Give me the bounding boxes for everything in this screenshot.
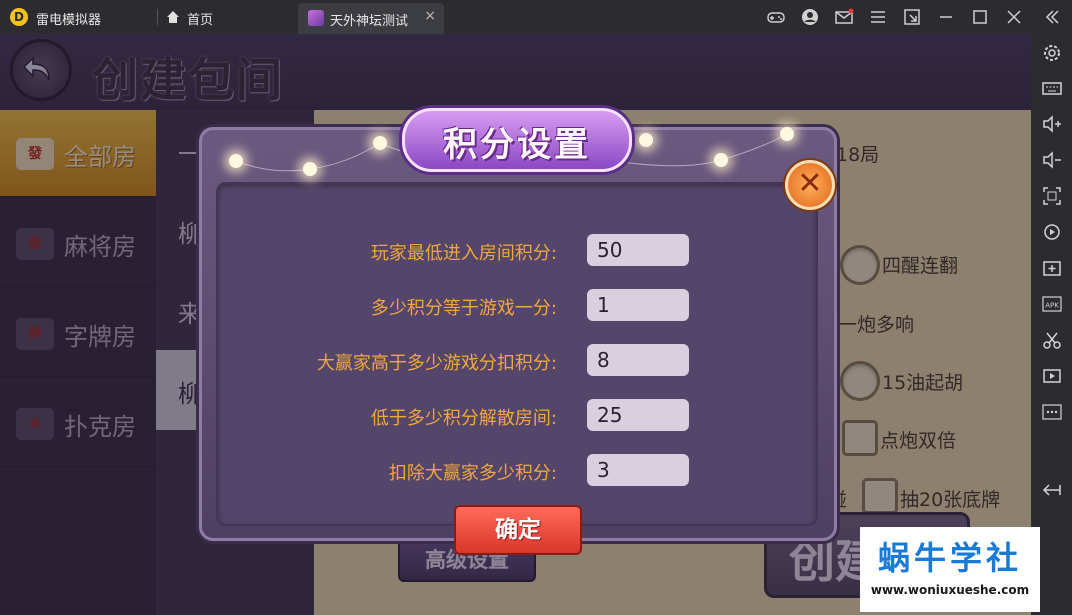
ldplayer-logo-icon: D	[10, 8, 28, 26]
points-per-game-point-input[interactable]: 1	[587, 289, 689, 321]
winner-deduct-threshold-label: 大赢家高于多少游戏分扣积分:	[316, 353, 557, 374]
points-per-game-point-label: 多少积分等于游戏一分:	[370, 298, 557, 319]
shrink-window-icon[interactable]	[902, 7, 922, 27]
dissolve-threshold-input[interactable]: 25	[587, 399, 689, 431]
svg-text:APK: APK	[1045, 302, 1059, 310]
back-arrow-icon[interactable]	[1041, 479, 1063, 501]
watermark: 蜗牛学社 www.woniuxueshe.com	[860, 527, 1040, 612]
light-bulb	[639, 133, 653, 147]
add-window-icon[interactable]	[1041, 257, 1063, 279]
apk-install-icon[interactable]: APK	[1041, 293, 1063, 315]
watermark-url: www.woniuxueshe.com	[870, 583, 1030, 597]
emulator-right-sidebar: APK	[1031, 0, 1072, 615]
home-tab[interactable]: 首页	[187, 9, 213, 28]
light-bulb	[780, 127, 794, 141]
points-settings-dialog: 积分设置 ✕ 玩家最低进入房间积分: 50 多少积分等于游戏一分: 1 大赢家高…	[199, 108, 837, 555]
dialog-title-banner: 积分设置	[402, 108, 632, 172]
rotate-screen-icon[interactable]	[1041, 221, 1063, 243]
light-bulb	[714, 153, 728, 167]
confirm-button[interactable]: 确定	[454, 505, 582, 555]
gamepad-icon[interactable]	[766, 7, 786, 27]
close-dialog-button[interactable]: ✕	[785, 160, 835, 210]
close-window-icon[interactable]	[1004, 7, 1024, 27]
volume-down-icon[interactable]	[1041, 149, 1063, 171]
more-options-icon[interactable]	[1041, 401, 1063, 423]
home-icon[interactable]	[165, 9, 181, 25]
menu-icon[interactable]	[868, 7, 888, 27]
min-entry-points-label: 玩家最低进入房间积分:	[370, 243, 557, 264]
light-bulb	[373, 136, 387, 150]
video-record-icon[interactable]	[1041, 365, 1063, 387]
game-tab[interactable]: 天外神坛测试 ×	[298, 3, 444, 34]
minimize-icon[interactable]	[936, 7, 956, 27]
volume-up-icon[interactable]	[1041, 113, 1063, 135]
settings-gear-icon[interactable]	[1041, 42, 1063, 64]
winner-deduct-amount-input[interactable]: 3	[587, 454, 689, 486]
dissolve-threshold-label: 低于多少积分解散房间:	[370, 408, 557, 429]
light-bulb	[229, 154, 243, 168]
user-avatar-icon[interactable]	[800, 7, 820, 27]
titlebar-divider	[157, 9, 158, 25]
min-entry-points-input[interactable]: 50	[587, 234, 689, 266]
tab-close-icon[interactable]: ×	[424, 8, 436, 24]
keyboard-icon[interactable]	[1041, 77, 1063, 99]
game-tab-icon	[308, 10, 324, 26]
light-bulb	[303, 162, 317, 176]
fullscreen-icon[interactable]	[1041, 185, 1063, 207]
collapse-sidebar-icon[interactable]	[1041, 6, 1063, 28]
emulator-titlebar: D 雷电模拟器 首页 天外神坛测试 ×	[0, 0, 1072, 34]
scissors-icon[interactable]	[1041, 329, 1063, 351]
dialog-title: 积分设置	[443, 125, 591, 165]
watermark-title: 蜗牛学社	[877, 539, 1022, 577]
maximize-icon[interactable]	[970, 7, 990, 27]
winner-deduct-threshold-input[interactable]: 8	[587, 344, 689, 376]
game-tab-label: 天外神坛测试	[330, 14, 409, 29]
winner-deduct-amount-label: 扣除大赢家多少积分:	[388, 463, 557, 484]
emulator-app-name: 雷电模拟器	[36, 13, 102, 28]
mail-icon[interactable]	[834, 7, 854, 27]
